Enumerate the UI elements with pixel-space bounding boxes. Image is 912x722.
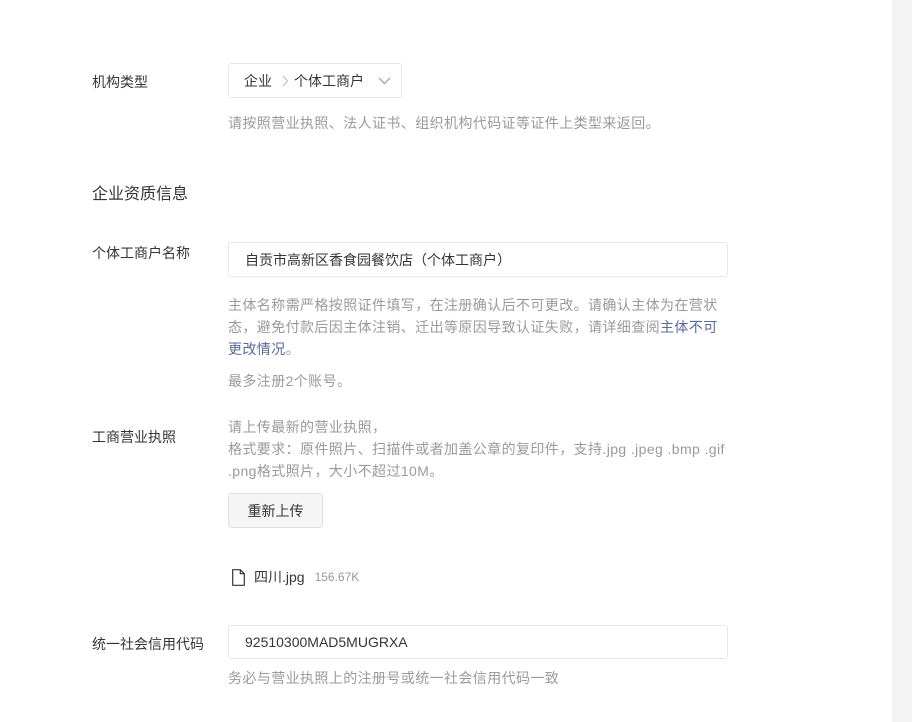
credit-code-input[interactable] bbox=[228, 625, 728, 659]
org-type-select[interactable]: 企业 个体工商户 bbox=[228, 63, 402, 98]
business-name-hint-text: 主体名称需严格按照证件填写，在注册确认后不可更改。请确认主体为在营状态，避免付款… bbox=[228, 297, 718, 335]
business-name-hint-end: 。 bbox=[285, 341, 301, 357]
org-type-level2: 个体工商户 bbox=[294, 72, 364, 89]
chevron-down-icon bbox=[378, 77, 391, 85]
uploaded-file-size: 156.67K bbox=[314, 570, 360, 584]
credit-code-label: 统一社会信用代码 bbox=[92, 636, 204, 652]
reupload-button[interactable]: 重新上传 bbox=[228, 493, 323, 528]
uploaded-file-name[interactable]: 四川.jpg bbox=[254, 567, 305, 587]
uploaded-file-item: 四川.jpg 156.67K bbox=[232, 566, 359, 588]
org-type-label: 机构类型 bbox=[92, 74, 148, 90]
org-type-hint: 请按照营业执照、法人证书、组织机构代码证等证件上类型来返回。 bbox=[228, 115, 660, 131]
section-title: 企业资质信息 bbox=[92, 186, 189, 203]
chevron-right-icon bbox=[281, 75, 289, 87]
license-upload-instruction: 请上传最新的营业执照， bbox=[228, 419, 387, 435]
registration-form-page: 机构类型 企业 个体工商户 请按照营业执照、法人证书、组织机构代码证等证件上类型… bbox=[0, 0, 912, 722]
license-instructions: 请上传最新的营业执照， 格式要求：原件照片、扫描件或者加盖公章的复印件，支持.j… bbox=[228, 416, 728, 482]
business-name-label: 个体工商户名称 bbox=[92, 245, 190, 261]
business-license-label: 工商营业执照 bbox=[92, 429, 176, 445]
license-format-requirements: 格式要求：原件照片、扫描件或者加盖公章的复印件，支持.jpg .jpeg .bm… bbox=[228, 441, 725, 479]
document-icon bbox=[232, 568, 245, 586]
credit-code-hint: 务必与营业执照上的注册号或统一社会信用代码一致 bbox=[228, 670, 560, 686]
business-name-input[interactable] bbox=[228, 242, 728, 277]
account-limit-note: 最多注册2个账号。 bbox=[228, 373, 352, 389]
business-name-hint: 主体名称需严格按照证件填写，在注册确认后不可更改。请确认主体为在营状态，避免付款… bbox=[228, 294, 728, 360]
org-type-level1: 企业 bbox=[244, 72, 272, 89]
right-gutter bbox=[892, 0, 912, 722]
